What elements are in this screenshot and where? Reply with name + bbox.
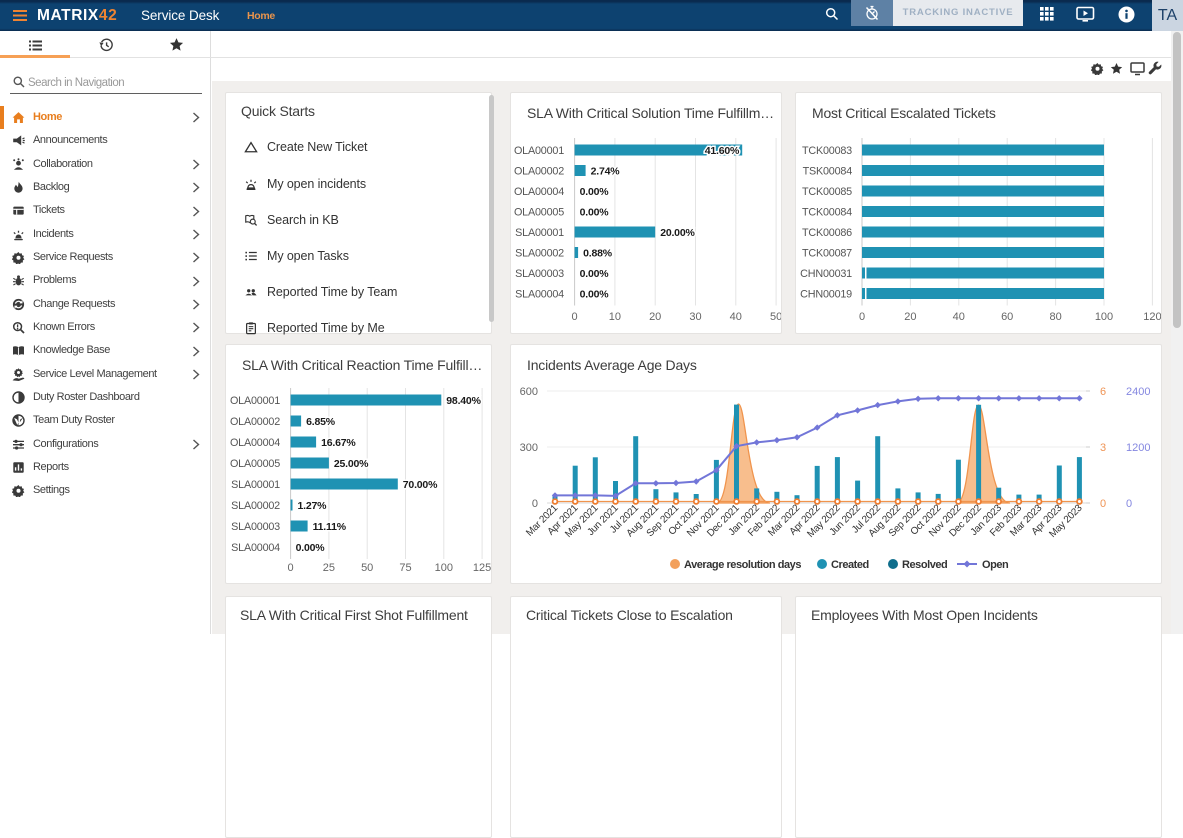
svg-text:70.00%: 70.00% bbox=[403, 479, 438, 491]
svg-text:0.00%: 0.00% bbox=[296, 542, 326, 554]
svg-text:SLA00001: SLA00001 bbox=[515, 227, 564, 239]
svg-text:0: 0 bbox=[572, 311, 578, 323]
svg-text:SLA00002: SLA00002 bbox=[231, 500, 280, 512]
svg-text:40: 40 bbox=[953, 311, 965, 323]
svg-text:2400: 2400 bbox=[1126, 386, 1150, 398]
svg-text:OLA00004: OLA00004 bbox=[514, 186, 564, 198]
svg-text:125: 125 bbox=[473, 562, 491, 574]
svg-text:TCK00085: TCK00085 bbox=[802, 186, 852, 198]
svg-text:CHN00031: CHN00031 bbox=[800, 268, 852, 280]
svg-text:2.74%: 2.74% bbox=[591, 166, 621, 178]
svg-text:0.00%: 0.00% bbox=[580, 289, 610, 301]
svg-text:0.88%: 0.88% bbox=[583, 248, 613, 260]
svg-text:Open: Open bbox=[982, 559, 1009, 571]
svg-text:25.00%: 25.00% bbox=[334, 458, 369, 470]
svg-text:TCK00087: TCK00087 bbox=[802, 248, 852, 260]
svg-text:OLA00002: OLA00002 bbox=[514, 166, 564, 178]
svg-text:0: 0 bbox=[288, 562, 294, 574]
svg-text:OLA00001: OLA00001 bbox=[514, 145, 564, 157]
svg-text:50: 50 bbox=[361, 562, 373, 574]
svg-text:SLA00003: SLA00003 bbox=[231, 521, 280, 533]
svg-text:600: 600 bbox=[520, 386, 538, 398]
svg-text:0: 0 bbox=[532, 498, 538, 510]
svg-text:0.00%: 0.00% bbox=[580, 186, 610, 198]
svg-text:1200: 1200 bbox=[1126, 442, 1150, 454]
svg-text:OLA00004: OLA00004 bbox=[230, 437, 280, 449]
svg-text:SLA00004: SLA00004 bbox=[231, 542, 280, 554]
svg-text:0: 0 bbox=[1100, 498, 1106, 510]
svg-text:41.60%: 41.60% bbox=[705, 145, 740, 157]
svg-text:25: 25 bbox=[323, 562, 335, 574]
svg-text:TCK00086: TCK00086 bbox=[802, 227, 852, 239]
svg-text:OLA00005: OLA00005 bbox=[230, 458, 280, 470]
svg-text:TSK00084: TSK00084 bbox=[803, 166, 853, 178]
svg-text:20: 20 bbox=[904, 311, 916, 323]
svg-text:30: 30 bbox=[689, 311, 701, 323]
svg-text:16.67%: 16.67% bbox=[321, 437, 356, 449]
svg-text:OLA00002: OLA00002 bbox=[230, 416, 280, 428]
svg-text:6.85%: 6.85% bbox=[306, 416, 336, 428]
svg-text:11.11%: 11.11% bbox=[313, 521, 347, 533]
svg-text:20.00%: 20.00% bbox=[660, 227, 695, 239]
svg-text:1.27%: 1.27% bbox=[298, 500, 328, 512]
svg-text:SLA00001: SLA00001 bbox=[231, 479, 280, 491]
svg-text:75: 75 bbox=[399, 562, 411, 574]
svg-text:3: 3 bbox=[1100, 442, 1106, 454]
svg-text:60: 60 bbox=[1001, 311, 1013, 323]
svg-text:6: 6 bbox=[1100, 386, 1106, 398]
svg-text:Resolved: Resolved bbox=[902, 559, 947, 571]
svg-text:OLA00005: OLA00005 bbox=[514, 207, 564, 219]
svg-text:10: 10 bbox=[609, 311, 621, 323]
svg-text:CHN00019: CHN00019 bbox=[800, 289, 852, 301]
svg-text:SLA00004: SLA00004 bbox=[515, 289, 564, 301]
svg-text:300: 300 bbox=[520, 442, 538, 454]
svg-text:OLA00001: OLA00001 bbox=[230, 395, 280, 407]
svg-text:0.00%: 0.00% bbox=[580, 268, 610, 280]
svg-text:Created: Created bbox=[831, 559, 869, 571]
svg-text:0.00%: 0.00% bbox=[580, 207, 610, 219]
svg-text:100: 100 bbox=[435, 562, 453, 574]
svg-text:100: 100 bbox=[1095, 311, 1113, 323]
svg-text:40: 40 bbox=[730, 311, 742, 323]
svg-text:TCK00084: TCK00084 bbox=[802, 207, 852, 219]
svg-text:0: 0 bbox=[1126, 498, 1132, 510]
svg-text:0: 0 bbox=[859, 311, 865, 323]
svg-text:20: 20 bbox=[649, 311, 661, 323]
svg-text:50: 50 bbox=[770, 311, 782, 323]
svg-text:SLA00002: SLA00002 bbox=[515, 248, 564, 260]
svg-text:120: 120 bbox=[1143, 311, 1161, 323]
svg-text:SLA00003: SLA00003 bbox=[515, 268, 564, 280]
svg-text:80: 80 bbox=[1049, 311, 1061, 323]
svg-text:98.40%: 98.40% bbox=[446, 395, 481, 407]
svg-text:Average resolution days: Average resolution days bbox=[684, 559, 801, 571]
svg-text:TCK00083: TCK00083 bbox=[802, 145, 852, 157]
